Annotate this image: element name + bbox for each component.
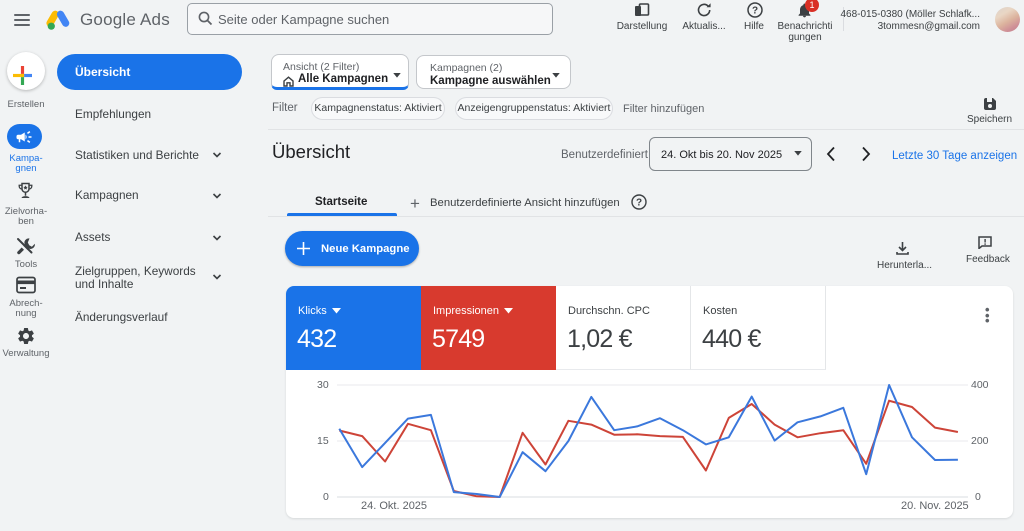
svg-text:?: ?	[752, 6, 758, 17]
svg-text:?: ?	[636, 198, 642, 209]
